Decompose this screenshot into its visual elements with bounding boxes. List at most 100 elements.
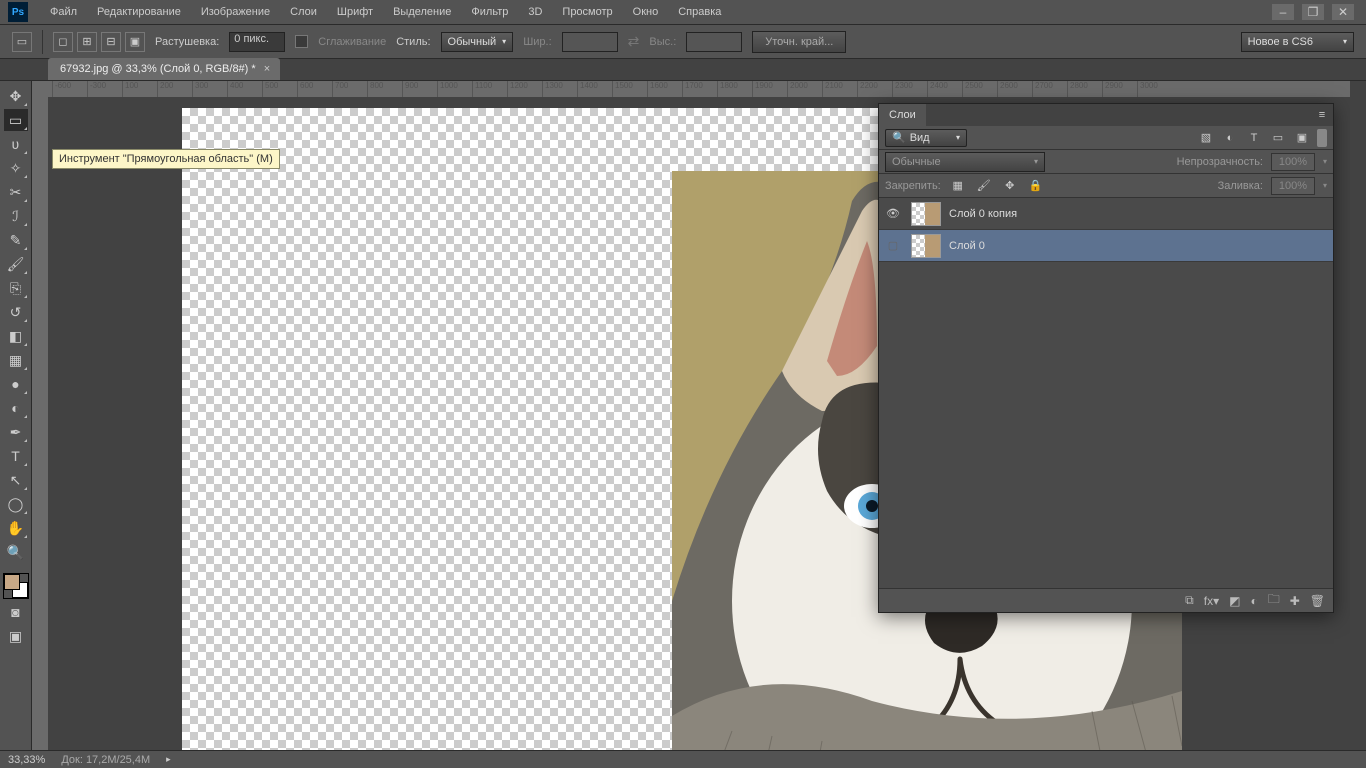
filter-type-icon[interactable]: T [1245,129,1263,147]
workspace: ✥ ▭ ʋ ✧ ✂ ℐ ✎ 🖌 ⎘ ↺ ◧ ▦ ● ◐ ✒ T ↖ ◯ ✋ 🔍 … [0,81,1366,750]
right-dock-collapsed[interactable] [1350,81,1366,750]
lock-position-icon[interactable]: ✥ [1001,177,1019,195]
menu-layers[interactable]: Слои [280,6,327,18]
horizontal-ruler[interactable]: -600-30010020030040050060070080090010001… [32,81,1350,97]
menu-window[interactable]: Окно [623,6,669,18]
quick-mask-toggle[interactable]: ◙ [4,601,28,623]
eraser-tool[interactable]: ◧ [4,325,28,347]
layer-filter-bar: 🔍 Вид ▾ ▧ ◐ T ▭ ▣ [879,126,1333,150]
adjustment-layer-icon[interactable]: ◐ [1250,594,1257,608]
panel-menu-icon[interactable]: ≡ [1311,104,1333,126]
spot-healing-tool[interactable]: ✎ [4,229,28,251]
opacity-label: Непрозрачность: [1177,156,1263,168]
pen-tool[interactable]: ✒ [4,421,28,443]
eyedropper-tool[interactable]: ℐ [4,205,28,227]
opacity-input: 100% [1271,153,1315,171]
layer-thumbnail[interactable] [911,202,941,226]
layer-item[interactable]: 👁 Слой 0 копия [879,198,1333,230]
menu-filter[interactable]: Фильтр [461,6,518,18]
blend-mode-select: Обычные▾ [885,152,1045,172]
menu-edit[interactable]: Редактирование [87,6,191,18]
canvas-area[interactable]: -600-30010020030040050060070080090010001… [32,81,1350,750]
magic-wand-tool[interactable]: ✧ [4,157,28,179]
menu-file[interactable]: Файл [40,6,87,18]
layer-name[interactable]: Слой 0 копия [949,208,1017,220]
antialias-label: Сглаживание [318,36,386,48]
lock-transparency-icon[interactable]: ▦ [949,177,967,195]
visibility-toggle-icon[interactable]: 👁 [883,207,903,220]
refine-edge-button[interactable]: Уточн. край... [752,31,846,53]
style-select[interactable]: Обычный▾ [441,32,514,52]
new-layer-icon[interactable]: ✚ [1290,594,1300,608]
maximize-button[interactable]: ❐ [1302,4,1324,20]
layer-filter-kind-select[interactable]: 🔍 Вид ▾ [885,129,967,147]
clone-stamp-tool[interactable]: ⎘ [4,277,28,299]
document-tabs: 67932.jpg @ 33,3% (Слой 0, RGB/8#) * × [0,59,1366,81]
fill-label: Заливка: [1218,180,1263,192]
add-mask-icon[interactable]: ◩ [1229,594,1240,608]
blur-tool[interactable]: ● [4,373,28,395]
crop-tool[interactable]: ✂ [4,181,28,203]
layer-thumbnail[interactable] [911,234,941,258]
blend-opacity-row: Обычные▾ Непрозрачность: 100% ▾ [879,150,1333,174]
add-selection-icon[interactable]: ⊞ [77,32,97,52]
new-selection-icon[interactable]: ◻ [53,32,73,52]
zoom-display[interactable]: 33,33% [8,754,45,766]
lock-pixels-icon[interactable]: 🖌 [975,177,993,195]
document-tab[interactable]: 67932.jpg @ 33,3% (Слой 0, RGB/8#) * × [48,58,280,80]
filter-adjustment-icon[interactable]: ◐ [1221,129,1239,147]
close-tab-icon[interactable]: × [264,63,270,75]
menu-image[interactable]: Изображение [191,6,280,18]
dodge-tool[interactable]: ◐ [4,397,28,419]
menu-3d[interactable]: 3D [518,6,552,18]
gradient-tool[interactable]: ▦ [4,349,28,371]
layer-item[interactable]: ▢ Слой 0 [879,230,1333,262]
move-tool[interactable]: ✥ [4,85,28,107]
whats-new-select[interactable]: Новое в CS6▾ [1241,32,1354,52]
filter-pixel-icon[interactable]: ▧ [1197,129,1215,147]
zoom-tool[interactable]: 🔍 [4,541,28,563]
intersect-selection-icon[interactable]: ▣ [125,32,145,52]
lock-fill-row: Закрепить: ▦ 🖌 ✥ 🔒 Заливка: 100% ▾ [879,174,1333,198]
current-tool-preset-icon[interactable]: ▭ [12,32,32,52]
fill-input: 100% [1271,177,1315,195]
menu-select[interactable]: Выделение [383,6,461,18]
layer-list: 👁 Слой 0 копия ▢ Слой 0 [879,198,1333,588]
close-window-button[interactable]: ✕ [1332,4,1354,20]
delete-layer-icon[interactable]: 🗑 [1310,594,1325,608]
filter-toggle[interactable] [1317,129,1327,147]
shape-tool[interactable]: ◯ [4,493,28,515]
history-brush-tool[interactable]: ↺ [4,301,28,323]
screen-mode-toggle[interactable]: ▣ [4,625,28,647]
filter-smart-icon[interactable]: ▣ [1293,129,1311,147]
brush-tool[interactable]: 🖌 [4,253,28,275]
filter-shape-icon[interactable]: ▭ [1269,129,1287,147]
feather-input[interactable]: 0 пикс. [229,32,285,52]
subtract-selection-icon[interactable]: ⊟ [101,32,121,52]
minimize-button[interactable]: – [1272,4,1294,20]
lock-all-icon[interactable]: 🔒 [1027,177,1045,195]
path-selection-tool[interactable]: ↖ [4,469,28,491]
rectangular-marquee-tool[interactable]: ▭ [4,109,28,131]
layers-panel[interactable]: Слои ≡ 🔍 Вид ▾ ▧ ◐ T ▭ ▣ Обычные▾ Непроз… [878,103,1334,613]
antialias-checkbox [295,35,308,48]
hand-tool[interactable]: ✋ [4,517,28,539]
visibility-toggle-icon[interactable]: ▢ [883,239,903,252]
lock-label: Закрепить: [885,180,941,192]
new-group-icon[interactable]: 🗀 [1268,590,1280,611]
lasso-tool[interactable]: ʋ [4,133,28,155]
layers-tab[interactable]: Слои [879,104,926,126]
layer-fx-icon[interactable]: fx▾ [1204,594,1219,608]
menu-help[interactable]: Справка [668,6,731,18]
type-tool[interactable]: T [4,445,28,467]
status-menu-icon[interactable]: ▸ [166,754,171,765]
document-tab-title: 67932.jpg @ 33,3% (Слой 0, RGB/8#) * [60,63,256,75]
width-label: Шир.: [523,36,551,48]
color-swatches[interactable] [3,573,29,599]
layer-name[interactable]: Слой 0 [949,240,985,252]
foreground-color[interactable] [4,574,20,590]
menu-view[interactable]: Просмотр [552,6,622,18]
link-layers-icon[interactable]: ⧉ [1185,593,1194,608]
menu-type[interactable]: Шрифт [327,6,383,18]
vertical-ruler[interactable] [32,97,48,750]
